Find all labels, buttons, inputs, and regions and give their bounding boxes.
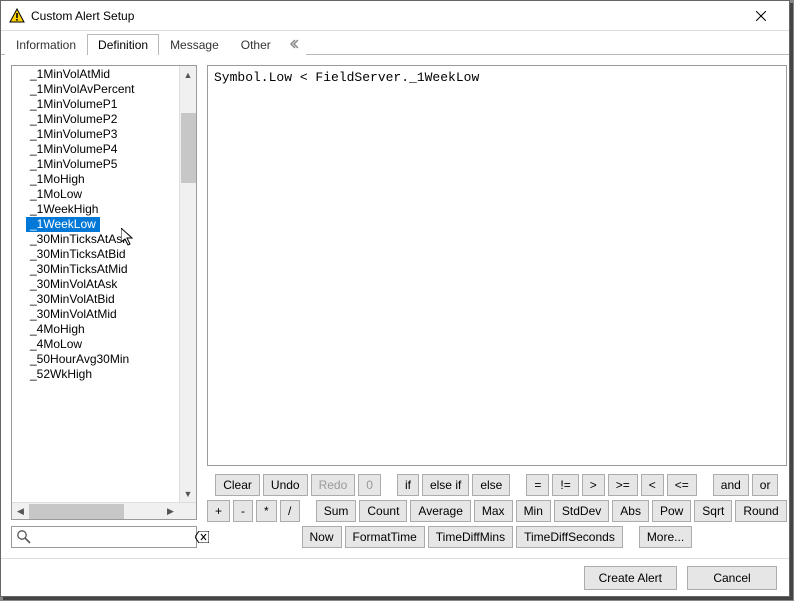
field-list-items[interactable]: _1MinVolAtMid_1MinVolAvPercent_1MinVolum… — [12, 66, 179, 502]
gte-button[interactable]: >= — [608, 474, 638, 496]
now-button[interactable]: Now — [302, 526, 342, 548]
sum-button[interactable]: Sum — [316, 500, 357, 522]
search-input[interactable] — [36, 529, 195, 545]
tab-information[interactable]: Information — [5, 34, 87, 55]
field-list-item[interactable]: _30MinTicksAtAsk — [12, 232, 179, 247]
field-list-item[interactable]: _52WkHigh — [12, 367, 179, 382]
field-list-item[interactable]: _1MoHigh — [12, 172, 179, 187]
field-list[interactable]: _1MinVolAtMid_1MinVolAvPercent_1MinVolum… — [11, 65, 197, 520]
tab-row: Information Definition Message Other — [1, 31, 789, 55]
hscroll-thumb[interactable] — [29, 504, 124, 519]
zero-button[interactable]: 0 — [358, 474, 381, 496]
scroll-up-icon[interactable]: ▲ — [180, 66, 196, 83]
vscroll-track[interactable] — [180, 83, 196, 485]
sqrt-button[interactable]: Sqrt — [694, 500, 732, 522]
footer: Create Alert Cancel — [1, 558, 789, 596]
main-grid: _1MinVolAtMid_1MinVolAvPercent_1MinVolum… — [11, 65, 779, 548]
else-button[interactable]: else — [472, 474, 510, 496]
left-column: _1MinVolAtMid_1MinVolAvPercent_1MinVolum… — [11, 65, 197, 548]
field-list-item[interactable]: _1MoLow — [12, 187, 179, 202]
pow-button[interactable]: Pow — [652, 500, 691, 522]
div-button[interactable]: / — [280, 500, 300, 522]
toolbar-row-1: Clear Undo Redo 0 if else if else = != >… — [215, 474, 778, 496]
warning-icon — [9, 8, 25, 24]
field-list-item[interactable]: _4MoHigh — [12, 322, 179, 337]
tab-overflow-icon[interactable] — [282, 33, 306, 55]
gt-button[interactable]: > — [582, 474, 605, 496]
titlebar: Custom Alert Setup — [1, 1, 789, 31]
field-list-item[interactable]: _30MinTicksAtBid — [12, 247, 179, 262]
field-list-item[interactable]: _1MinVolAvPercent — [12, 82, 179, 97]
tab-definition[interactable]: Definition — [87, 34, 159, 55]
field-list-item[interactable]: _1MinVolAtMid — [12, 67, 179, 82]
field-list-item[interactable]: _50HourAvg30Min — [12, 352, 179, 367]
redo-button[interactable]: Redo — [311, 474, 356, 496]
if-button[interactable]: if — [397, 474, 419, 496]
timediffseconds-button[interactable]: TimeDiffSeconds — [516, 526, 623, 548]
toolbar-row-3: Now FormatTime TimeDiffMins TimeDiffSeco… — [302, 526, 693, 548]
or-button[interactable]: or — [752, 474, 779, 496]
scroll-corner — [179, 503, 196, 519]
field-list-item[interactable]: _30MinVolAtAsk — [12, 277, 179, 292]
lte-button[interactable]: <= — [667, 474, 697, 496]
close-button[interactable] — [741, 3, 781, 29]
custom-alert-setup-window: Custom Alert Setup Information Definitio… — [0, 0, 790, 597]
field-list-item[interactable]: _1WeekHigh — [12, 202, 179, 217]
round-button[interactable]: Round — [735, 500, 786, 522]
and-button[interactable]: and — [713, 474, 749, 496]
plus-button[interactable]: + — [207, 500, 230, 522]
field-list-item[interactable]: _1MinVolumeP3 — [12, 127, 179, 142]
right-column: Symbol.Low < FieldServer._1WeekLow Clear… — [207, 65, 787, 548]
field-list-item[interactable]: _1MinVolumeP1 — [12, 97, 179, 112]
field-list-item[interactable]: _30MinVolAtBid — [12, 292, 179, 307]
formattime-button[interactable]: FormatTime — [345, 526, 425, 548]
mult-button[interactable]: * — [256, 500, 277, 522]
min-button[interactable]: Min — [516, 500, 551, 522]
scroll-right-icon[interactable]: ▶ — [162, 503, 179, 519]
create-alert-button[interactable]: Create Alert — [584, 566, 677, 590]
lt-button[interactable]: < — [641, 474, 664, 496]
search-icon — [16, 529, 32, 545]
tab-other[interactable]: Other — [230, 34, 282, 55]
field-list-vscroll[interactable]: ▲ ▼ — [179, 66, 196, 502]
expression-editor[interactable]: Symbol.Low < FieldServer._1WeekLow — [207, 65, 787, 466]
timediffmins-button[interactable]: TimeDiffMins — [428, 526, 513, 548]
average-button[interactable]: Average — [410, 500, 470, 522]
field-list-item[interactable]: _4MoLow — [12, 337, 179, 352]
tab-message[interactable]: Message — [159, 34, 230, 55]
scroll-left-icon[interactable]: ◀ — [12, 503, 29, 519]
field-list-item[interactable]: _30MinTicksAtMid — [12, 262, 179, 277]
stddev-button[interactable]: StdDev — [554, 500, 609, 522]
neq-button[interactable]: != — [552, 474, 578, 496]
vscroll-thumb[interactable] — [181, 113, 196, 183]
toolbar: Clear Undo Redo 0 if else if else = != >… — [207, 474, 787, 548]
field-list-hscroll[interactable]: ◀ ▶ — [12, 502, 196, 519]
field-list-item[interactable]: _1MinVolumeP2 — [12, 112, 179, 127]
more-button[interactable]: More... — [639, 526, 692, 548]
content-area: _1MinVolAtMid_1MinVolAvPercent_1MinVolum… — [1, 55, 789, 558]
field-list-item[interactable]: _1MinVolumeP4 — [12, 142, 179, 157]
undo-button[interactable]: Undo — [263, 474, 308, 496]
field-list-item[interactable]: _1WeekLow — [26, 217, 100, 232]
field-list-item[interactable]: _30MinVolAtMid — [12, 307, 179, 322]
minus-button[interactable]: - — [233, 500, 253, 522]
cancel-button[interactable]: Cancel — [687, 566, 777, 590]
search-box[interactable] — [11, 526, 197, 548]
toolbar-row-2: + - * / Sum Count Average Max Min StdDev… — [207, 500, 787, 522]
max-button[interactable]: Max — [474, 500, 513, 522]
hscroll-track[interactable] — [29, 503, 162, 519]
clear-button[interactable]: Clear — [215, 474, 260, 496]
elseif-button[interactable]: else if — [422, 474, 469, 496]
abs-button[interactable]: Abs — [612, 500, 649, 522]
scroll-down-icon[interactable]: ▼ — [180, 485, 196, 502]
field-list-item[interactable]: _1MinVolumeP5 — [12, 157, 179, 172]
eq-button[interactable]: = — [526, 474, 549, 496]
window-title: Custom Alert Setup — [31, 9, 741, 23]
count-button[interactable]: Count — [359, 500, 407, 522]
